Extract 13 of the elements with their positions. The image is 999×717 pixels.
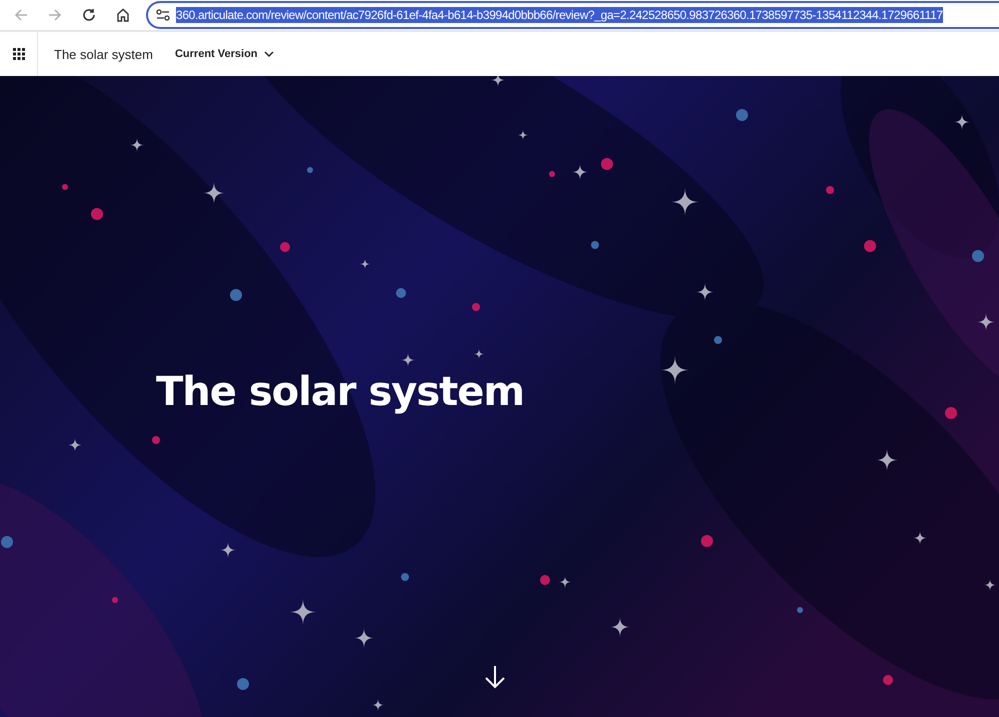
hero-title: The solar system xyxy=(156,369,526,415)
scroll-down-arrow-icon[interactable] xyxy=(484,665,506,689)
home-icon xyxy=(116,8,130,22)
back-arrow-icon xyxy=(14,8,28,22)
grid-icon xyxy=(12,48,24,60)
reload-icon xyxy=(82,8,96,22)
address-bar[interactable]: 360.articulate.com/review/content/ac7926fd-61ef-4fa4-b614-b3994d0bbb66/review?_ga=2.242528650.983726360.1738597735-1354112344.1729661117 xyxy=(146,1,999,29)
url-text: 360.articulate.com/review/content/ac7926fd-61ef-4fa4-b614-b3994d0bbb66/review?_ga=2.242528650.983726360.1738597735-1354112344.1729661117 xyxy=(176,7,943,23)
course-title: The solar system xyxy=(54,46,153,62)
version-dropdown[interactable]: Current Version xyxy=(172,46,276,62)
site-settings-icon xyxy=(156,9,170,21)
chevron-down-icon xyxy=(264,51,274,57)
forward-arrow-icon xyxy=(48,8,62,22)
